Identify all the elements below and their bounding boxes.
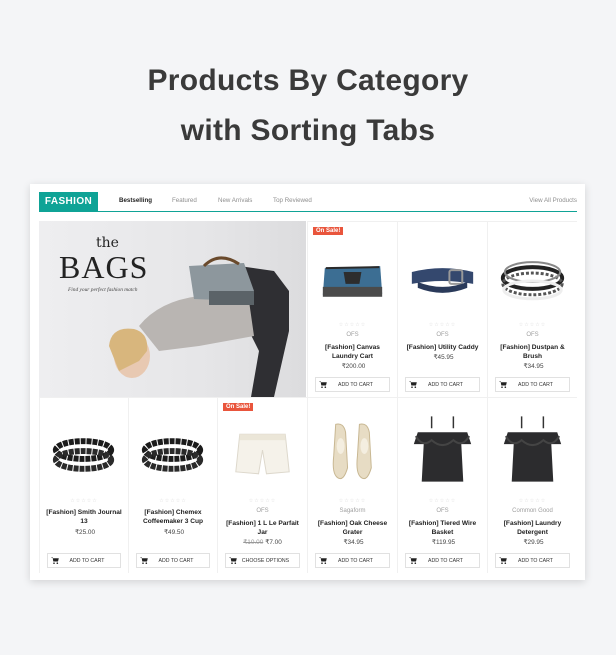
product-brand: OFS: [526, 332, 539, 338]
category-tab-bar: FASHION Bestselling Featured New Arrival…: [39, 192, 577, 212]
product-price: ₹10.00 ₹7.00: [243, 539, 282, 546]
product-name[interactable]: [Fashion] Oak Cheese Grater: [314, 519, 391, 537]
cart-icon: [406, 381, 420, 388]
rating-stars: ☆☆☆☆☆: [248, 498, 277, 504]
add-to-cart-button[interactable]: ADD TO CART: [405, 377, 480, 392]
product-card[interactable]: On Sale! ☆☆☆☆☆ OFS [Fashion] Canvas Laun…: [307, 221, 397, 397]
product-price: ₹25.00: [74, 529, 96, 536]
product-price: ₹34.95: [523, 363, 544, 370]
banner-model-image: [109, 256, 289, 397]
bead-bracelet-icon: [141, 438, 204, 472]
rating-stars: ☆☆☆☆☆: [428, 322, 457, 328]
product-price: ₹200.00: [341, 363, 366, 370]
rating-stars: ☆☆☆☆☆: [428, 498, 457, 504]
toiletry-bag-icon: [322, 266, 383, 297]
product-price: ₹45.95: [433, 354, 454, 361]
products-by-category-module: FASHION Bestselling Featured New Arrival…: [30, 184, 585, 580]
product-card[interactable]: ☆☆☆☆☆ Common Good [Fashion] Laundry Dete…: [487, 397, 577, 573]
sale-badge: On Sale!: [223, 403, 254, 411]
cart-icon: [316, 381, 330, 388]
belt-icon: [411, 268, 474, 293]
rating-stars: ☆☆☆☆☆: [518, 322, 547, 328]
flats-icon: [332, 423, 372, 480]
product-price: ₹29.95: [523, 539, 544, 546]
product-card[interactable]: ☆☆☆☆☆ OFS [Fashion] Tiered Wire Basket ₹…: [397, 397, 487, 573]
product-brand: Sagaform: [339, 508, 366, 514]
product-price: ₹49.50: [163, 529, 185, 536]
product-name[interactable]: [Fashion] Dustpan & Brush: [494, 343, 571, 361]
add-to-cart-button[interactable]: ADD TO CART: [315, 553, 390, 568]
headline-line-2: with Sorting Tabs: [180, 114, 436, 147]
add-to-cart-button[interactable]: ADD TO CART: [136, 553, 210, 568]
tab-new-arrivals[interactable]: New Arrivals: [218, 197, 252, 204]
bags-banner[interactable]: the BAGS Find your perfect fashion match: [39, 221, 306, 397]
sale-badge: On Sale!: [313, 227, 344, 235]
add-to-cart-button[interactable]: ADD TO CART: [47, 553, 121, 568]
product-name[interactable]: [Fashion] 1 L Le Parfait Jar: [224, 519, 301, 537]
product-brand: OFS: [436, 332, 449, 338]
tab-top-reviewed[interactable]: Top Reviewed: [273, 197, 312, 204]
category-label[interactable]: FASHION: [39, 192, 98, 211]
view-all-products-link[interactable]: View All Products: [529, 197, 577, 204]
rating-stars: ☆☆☆☆☆: [159, 498, 187, 504]
bead-bracelet-icon: [52, 438, 115, 472]
cart-icon: [226, 557, 240, 564]
product-card[interactable]: ☆☆☆☆☆ [Fashion] Smith Journal 13 ₹25.00 …: [39, 397, 128, 573]
add-to-cart-button[interactable]: ADD TO CART: [315, 377, 390, 392]
product-card[interactable]: ☆☆☆☆☆ [Fashion] Chemex Coffeemaker 3 Cup…: [128, 397, 217, 573]
product-name[interactable]: [Fashion] Utility Caddy: [404, 343, 481, 352]
cart-icon: [496, 557, 510, 564]
cart-icon: [496, 381, 510, 388]
product-name[interactable]: [Fashion] Canvas Laundry Cart: [314, 343, 391, 361]
cart-icon: [406, 557, 420, 564]
product-card[interactable]: ☆☆☆☆☆ OFS [Fashion] Dustpan & Brush ₹34.…: [487, 221, 577, 397]
product-brand: OFS: [346, 332, 359, 338]
product-card[interactable]: On Sale! ☆☆☆☆☆ OFS [Fashion] 1 L Le Parf…: [217, 397, 307, 573]
product-brand: OFS: [436, 508, 449, 514]
add-to-cart-button[interactable]: ADD TO CART: [495, 553, 570, 568]
add-to-cart-button[interactable]: ADD TO CART: [405, 553, 480, 568]
cart-icon: [316, 557, 330, 564]
old-price: ₹10.00: [243, 539, 264, 546]
shorts-icon: [235, 433, 290, 475]
product-name[interactable]: [Fashion] Smith Journal 13: [46, 508, 122, 526]
product-card[interactable]: ☆☆☆☆☆ OFS [Fashion] Utility Caddy ₹45.95…: [397, 221, 487, 397]
product-price: ₹119.95: [431, 539, 456, 546]
tab-featured[interactable]: Featured: [172, 197, 197, 204]
ruffle-top-icon: [503, 416, 562, 482]
rating-stars: ☆☆☆☆☆: [70, 498, 98, 504]
cart-icon: [48, 557, 62, 564]
tab-bestselling[interactable]: Bestselling: [119, 197, 152, 204]
product-name[interactable]: [Fashion] Laundry Detergent: [494, 519, 571, 537]
bracelets-icon: [500, 261, 565, 301]
product-name[interactable]: [Fashion] Chemex Coffeemaker 3 Cup: [135, 508, 211, 526]
rating-stars: ☆☆☆☆☆: [338, 322, 367, 328]
product-price: ₹34.95: [343, 539, 364, 546]
choose-options-button[interactable]: CHOOSE OPTIONS: [225, 553, 300, 568]
product-name[interactable]: [Fashion] Tiered Wire Basket: [404, 519, 481, 537]
banner-subtitle: Find your perfect fashion match: [68, 287, 138, 293]
product-brand: OFS: [256, 508, 269, 514]
product-card[interactable]: ☆☆☆☆☆ Sagaform [Fashion] Oak Cheese Grat…: [307, 397, 397, 573]
add-to-cart-button[interactable]: ADD TO CART: [495, 377, 570, 392]
rating-stars: ☆☆☆☆☆: [338, 498, 367, 504]
banner-title: BAGS: [59, 249, 149, 285]
ruffle-top-icon: [413, 416, 472, 482]
product-brand: Common Good: [512, 508, 553, 514]
cart-icon: [137, 557, 151, 564]
headline-line-1: Products By Category: [147, 64, 469, 97]
rating-stars: ☆☆☆☆☆: [518, 498, 547, 504]
